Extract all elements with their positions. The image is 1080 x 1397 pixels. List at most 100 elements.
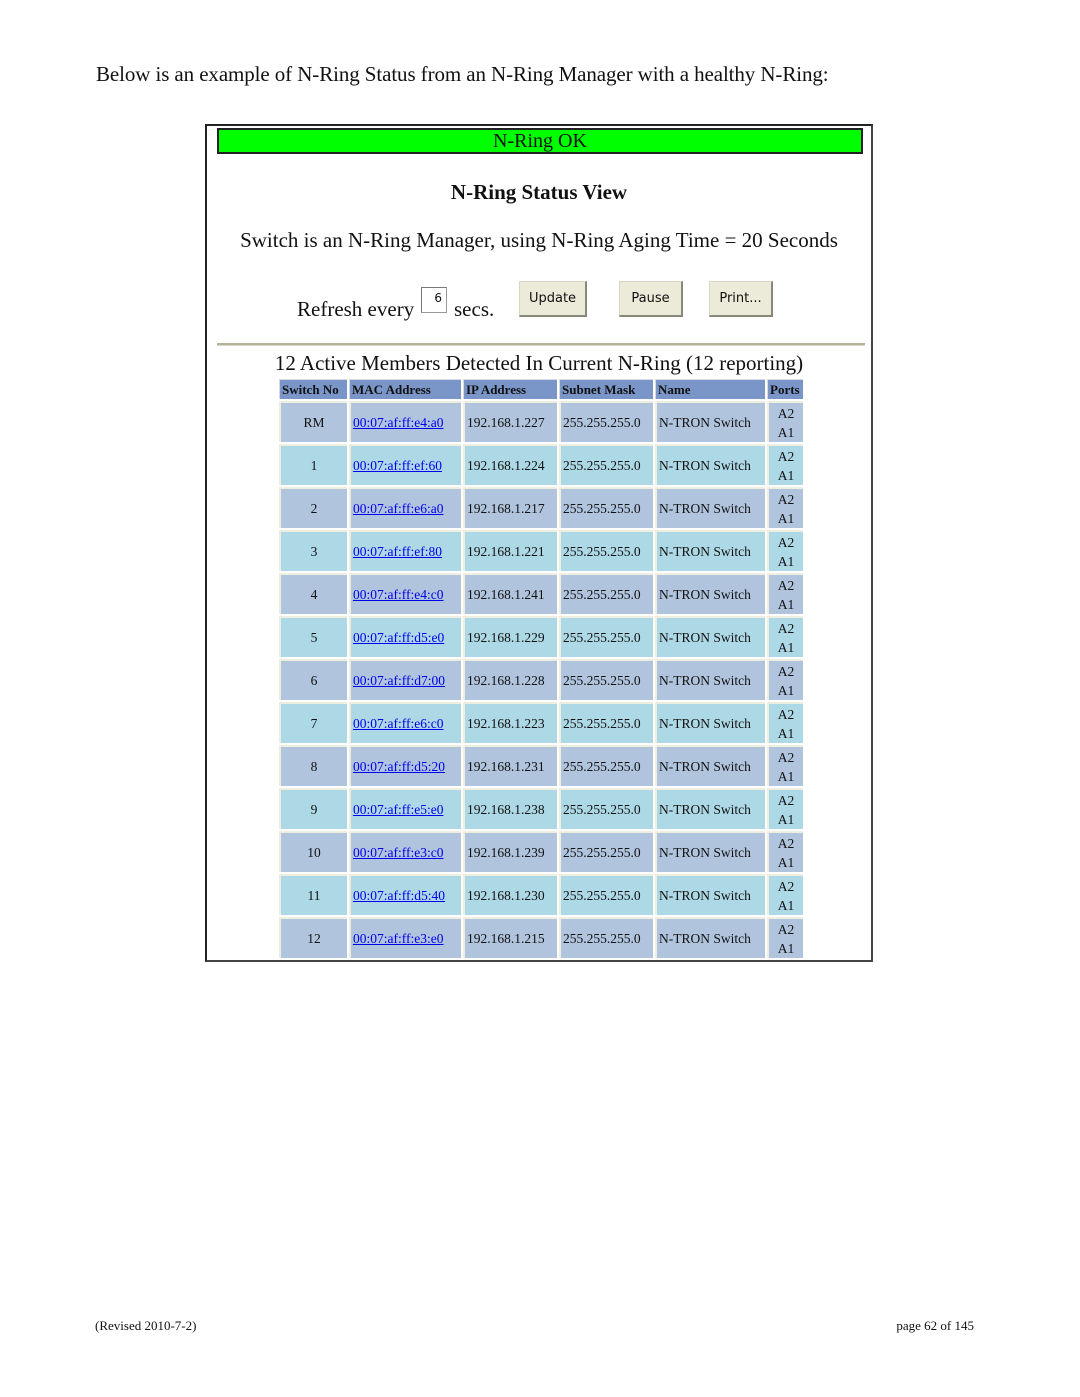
name-cell: N-TRON Switch bbox=[655, 530, 765, 571]
mac-cell: 00:07:af:ff:d5:e0 bbox=[349, 616, 461, 657]
page-number: page 62 of 145 bbox=[896, 1318, 974, 1333]
print-button[interactable]: Print... bbox=[709, 281, 773, 317]
pause-button-label: Pause bbox=[631, 291, 670, 306]
table-row: 1 00:07:af:ff:ef:60 192.168.1.224 255.255.2… bbox=[279, 444, 803, 485]
port-b: A1 bbox=[777, 725, 795, 741]
mac-cell: 00:07:af:ff:d5:20 bbox=[349, 745, 461, 786]
table-row: RM 00:07:af:ff:e4:a0 192.168.1.227 255.255.… bbox=[279, 401, 803, 442]
mac-cell: 00:07:af:ff:e5:e0 bbox=[349, 788, 461, 829]
name-cell: N-TRON Switch bbox=[655, 401, 765, 442]
table-row: 5 00:07:af:ff:d5:e0 192.168.1.229 255.255.2… bbox=[279, 616, 803, 657]
mac-address-link[interactable]: 00:07:af:ff:e5:e0 bbox=[353, 802, 443, 817]
switch-no-cell: 8 bbox=[279, 745, 347, 786]
ip-cell: 192.168.1.227 bbox=[463, 401, 557, 442]
switch-no-cell: 7 bbox=[279, 702, 347, 743]
subnet-cell: 255.255.255.0 bbox=[559, 573, 653, 614]
mac-cell: 00:07:af:ff:e6:c0 bbox=[349, 702, 461, 743]
ports-cell: A2 A1 bbox=[767, 788, 803, 829]
column-header-ip: IP Address bbox=[463, 379, 557, 399]
divider bbox=[217, 343, 865, 346]
port-a: A2 bbox=[777, 405, 795, 421]
ports-cell: A2 A1 bbox=[767, 659, 803, 700]
mac-cell: 00:07:af:ff:e3:e0 bbox=[349, 917, 461, 958]
mac-address-link[interactable]: 00:07:af:ff:ef:80 bbox=[353, 544, 442, 559]
port-a: A2 bbox=[777, 749, 795, 765]
subnet-cell: 255.255.255.0 bbox=[559, 917, 653, 958]
mac-address-link[interactable]: 00:07:af:ff:e3:c0 bbox=[353, 845, 443, 860]
ip-cell: 192.168.1.231 bbox=[463, 745, 557, 786]
mac-address-link[interactable]: 00:07:af:ff:e3:e0 bbox=[353, 931, 443, 946]
mac-address-link[interactable]: 00:07:af:ff:d5:e0 bbox=[353, 630, 444, 645]
port-a: A2 bbox=[777, 706, 795, 722]
intro-paragraph: Below is an example of N-Ring Status fro… bbox=[96, 62, 829, 86]
mac-address-link[interactable]: 00:07:af:ff:ef:60 bbox=[353, 458, 442, 473]
ports-cell: A2 A1 bbox=[767, 573, 803, 614]
name-cell: N-TRON Switch bbox=[655, 745, 765, 786]
mac-cell: 00:07:af:ff:d7:00 bbox=[349, 659, 461, 700]
mac-cell: 00:07:af:ff:e3:c0 bbox=[349, 831, 461, 872]
port-a: A2 bbox=[777, 921, 795, 937]
subnet-cell: 255.255.255.0 bbox=[559, 401, 653, 442]
mac-address-link[interactable]: 00:07:af:ff:e4:a0 bbox=[353, 415, 443, 430]
ip-cell: 192.168.1.230 bbox=[463, 874, 557, 915]
switch-no-cell: 4 bbox=[279, 573, 347, 614]
subnet-cell: 255.255.255.0 bbox=[559, 659, 653, 700]
mac-address-link[interactable]: 00:07:af:ff:d5:40 bbox=[353, 888, 445, 903]
switch-no-cell: 1 bbox=[279, 444, 347, 485]
subnet-cell: 255.255.255.0 bbox=[559, 745, 653, 786]
mac-address-link[interactable]: 00:07:af:ff:d7:00 bbox=[353, 673, 445, 688]
port-a: A2 bbox=[777, 448, 795, 464]
refresh-controls: Refresh every 6 secs. Update Pause Print… bbox=[297, 281, 817, 321]
port-b: A1 bbox=[777, 768, 795, 784]
port-b: A1 bbox=[777, 639, 795, 655]
port-b: A1 bbox=[777, 510, 795, 526]
switch-no-cell: 11 bbox=[279, 874, 347, 915]
table-header-row: Switch No MAC Address IP Address Subnet … bbox=[279, 379, 803, 399]
manager-info: Switch is an N-Ring Manager, using N-Rin… bbox=[240, 228, 838, 252]
port-a: A2 bbox=[777, 534, 795, 550]
ip-cell: 192.168.1.217 bbox=[463, 487, 557, 528]
pause-button[interactable]: Pause bbox=[619, 281, 683, 317]
name-cell: N-TRON Switch bbox=[655, 659, 765, 700]
port-a: A2 bbox=[777, 491, 795, 507]
port-b: A1 bbox=[777, 424, 795, 440]
column-header-subnet: Subnet Mask bbox=[559, 379, 653, 399]
column-header-name: Name bbox=[655, 379, 765, 399]
ip-cell: 192.168.1.229 bbox=[463, 616, 557, 657]
mac-address-link[interactable]: 00:07:af:ff:e4:c0 bbox=[353, 587, 443, 602]
table-row: 2 00:07:af:ff:e6:a0 192.168.1.217 255.255.2… bbox=[279, 487, 803, 528]
name-cell: N-TRON Switch bbox=[655, 788, 765, 829]
refresh-interval-input[interactable]: 6 bbox=[421, 287, 447, 313]
name-cell: N-TRON Switch bbox=[655, 573, 765, 614]
refresh-label: Refresh every bbox=[297, 297, 415, 321]
name-cell: N-TRON Switch bbox=[655, 917, 765, 958]
table-row: 3 00:07:af:ff:ef:80 192.168.1.221 255.255.2… bbox=[279, 530, 803, 571]
name-cell: N-TRON Switch bbox=[655, 831, 765, 872]
column-header-mac: MAC Address bbox=[349, 379, 461, 399]
mac-cell: 00:07:af:ff:e4:c0 bbox=[349, 573, 461, 614]
name-cell: N-TRON Switch bbox=[655, 487, 765, 528]
ports-cell: A2 A1 bbox=[767, 487, 803, 528]
ports-cell: A2 A1 bbox=[767, 917, 803, 958]
mac-address-link[interactable]: 00:07:af:ff:e6:c0 bbox=[353, 716, 443, 731]
switch-no-cell: 9 bbox=[279, 788, 347, 829]
mac-address-link[interactable]: 00:07:af:ff:d5:20 bbox=[353, 759, 445, 774]
ip-cell: 192.168.1.238 bbox=[463, 788, 557, 829]
ports-cell: A2 A1 bbox=[767, 444, 803, 485]
switch-no-cell: 12 bbox=[279, 917, 347, 958]
port-a: A2 bbox=[777, 792, 795, 808]
switch-no-cell: 6 bbox=[279, 659, 347, 700]
table-row: 12 00:07:af:ff:e3:e0 192.168.1.215 255.255.… bbox=[279, 917, 803, 958]
port-b: A1 bbox=[777, 467, 795, 483]
table-row: 7 00:07:af:ff:e6:c0 192.168.1.223 255.255.2… bbox=[279, 702, 803, 743]
table-row: 8 00:07:af:ff:d5:20 192.168.1.231 255.255.2… bbox=[279, 745, 803, 786]
table-row: 6 00:07:af:ff:d7:00 192.168.1.228 255.255.2… bbox=[279, 659, 803, 700]
status-banner: N-Ring OK bbox=[217, 128, 863, 154]
update-button[interactable]: Update bbox=[519, 281, 587, 317]
subnet-cell: 255.255.255.0 bbox=[559, 487, 653, 528]
ip-cell: 192.168.1.215 bbox=[463, 917, 557, 958]
table-row: 9 00:07:af:ff:e5:e0 192.168.1.238 255.255.2… bbox=[279, 788, 803, 829]
mac-address-link[interactable]: 00:07:af:ff:e6:a0 bbox=[353, 501, 443, 516]
subnet-cell: 255.255.255.0 bbox=[559, 831, 653, 872]
mac-cell: 00:07:af:ff:ef:80 bbox=[349, 530, 461, 571]
